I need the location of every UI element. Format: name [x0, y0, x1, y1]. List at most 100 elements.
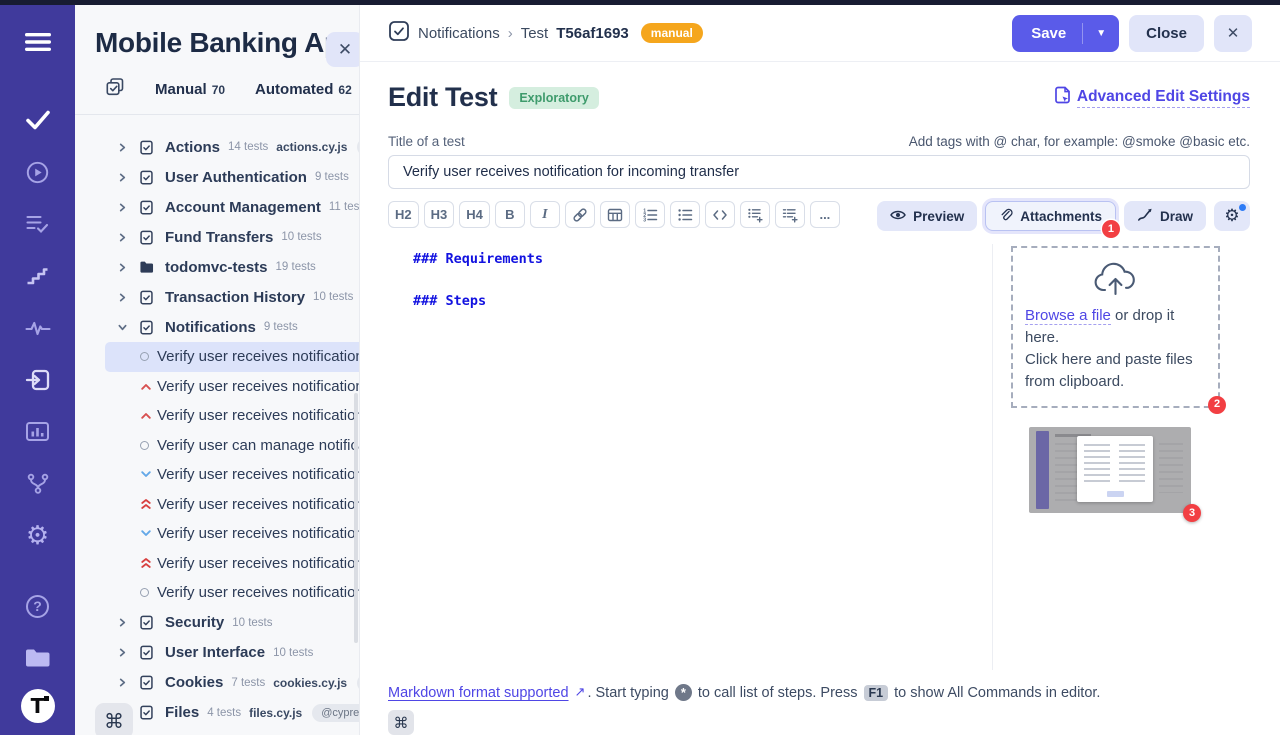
chevron-icon[interactable] — [118, 203, 139, 212]
chevron-icon[interactable] — [118, 173, 139, 182]
bullet-list-icon[interactable] — [670, 201, 700, 228]
tree-test-verify-user-receives-notificatio[interactable]: Verify user receives notification — [105, 401, 359, 431]
chevron-icon[interactable] — [118, 323, 139, 332]
suite-test-count: 19 tests — [276, 261, 316, 273]
tree-test-verify-user-receives-notificatio[interactable]: Verify user receives notification — [105, 519, 359, 549]
tests-check-icon[interactable] — [21, 103, 55, 137]
chevron-icon[interactable] — [118, 233, 139, 242]
thumbnail-image — [1029, 427, 1191, 513]
folder-icon — [139, 260, 165, 274]
tree-suite-transaction-history[interactable]: Transaction History10 tests — [75, 282, 359, 312]
tree-test-verify-user-receives-notificatio[interactable]: Verify user receives notification — [105, 372, 359, 402]
tree-suite-user-authentication[interactable]: User Authentication9 tests — [75, 162, 359, 192]
chevron-icon[interactable] — [118, 143, 139, 152]
suite-test-count: 9 tests — [264, 321, 298, 333]
file-dropzone[interactable]: Browse a file or drop it here. Click her… — [1011, 246, 1220, 408]
playlist-check-icon[interactable] — [21, 207, 55, 241]
more-button[interactable]: ... — [810, 201, 840, 228]
thumbnail-step-badge: 3 — [1183, 504, 1201, 522]
markdown-editor[interactable]: ### Requirements ### Steps — [388, 244, 992, 670]
tree-test-verify-user-can-manage-notifica[interactable]: Verify user can manage notifica — [105, 431, 359, 461]
table-icon[interactable] — [600, 201, 630, 228]
title-field-label: Title of a test — [388, 134, 465, 149]
italic-button[interactable]: I — [530, 201, 560, 228]
activity-icon[interactable] — [21, 311, 55, 345]
command-key-badge[interactable]: ⌘ — [95, 703, 133, 735]
preview-button[interactable]: Preview — [877, 201, 977, 231]
add-bullet-list-icon[interactable] — [740, 201, 770, 228]
test-name: Verify user receives notification — [157, 584, 359, 601]
test-tree-panel: Mobile Banking App ✕ Manual 70 Automated… — [75, 5, 360, 735]
sign-in-icon[interactable] — [21, 363, 55, 397]
f1-key-badge: F1 — [864, 685, 889, 701]
add-ordered-list-icon[interactable] — [775, 201, 805, 228]
app-logo[interactable]: T — [21, 689, 55, 723]
tree-test-verify-user-receives-notificatio[interactable]: Verify user receives notification — [105, 549, 359, 579]
suite-name: Cookies — [165, 674, 223, 691]
dismiss-button[interactable]: ✕ — [1214, 15, 1252, 52]
suite-name: Account Management — [165, 199, 321, 216]
projects-folder-icon[interactable] — [21, 641, 55, 675]
save-dropdown-caret[interactable]: ▼ — [1083, 28, 1119, 39]
editor-settings-button[interactable]: ⚙ — [1214, 201, 1250, 231]
browse-file-link[interactable]: Browse a file — [1025, 307, 1111, 325]
tree-suite-security[interactable]: Security10 tests — [75, 608, 359, 638]
priority-critical-icon — [140, 498, 157, 510]
chevron-icon[interactable] — [118, 618, 139, 627]
suite-tag-badge: @cy — [357, 138, 359, 156]
suite-name: User Authentication — [165, 169, 307, 186]
bold-button[interactable]: B — [495, 201, 525, 228]
tree-suite-fund-transfers[interactable]: Fund Transfers10 tests — [75, 222, 359, 252]
tree-scrollbar[interactable] — [354, 393, 358, 643]
chevron-icon[interactable] — [118, 678, 139, 687]
ordered-list-icon[interactable]: 123 — [635, 201, 665, 228]
settings-gear-icon[interactable]: ⚙ — [21, 519, 55, 553]
tree-test-verify-user-receives-notificatio[interactable]: Verify user receives notification — [105, 342, 359, 372]
test-title-input[interactable] — [388, 155, 1250, 189]
tree-suite-cookies[interactable]: Cookies7 testscookies.cy.js@cy — [75, 668, 359, 698]
code-icon[interactable] — [705, 201, 735, 228]
manual-badge: manual — [641, 23, 703, 43]
tree-test-verify-user-receives-notificatio[interactable]: Verify user receives notification — [105, 460, 359, 490]
tree-suite-notifications[interactable]: Notifications9 tests — [75, 312, 359, 342]
tree-test-verify-user-receives-notificatio[interactable]: Verify user receives notification — [105, 578, 359, 608]
command-key-badge[interactable]: ⌘ — [388, 710, 414, 735]
test-name: Verify user receives notification — [157, 378, 359, 395]
tab-manual[interactable]: Manual 70 — [155, 81, 225, 98]
editor-workspace: ### Requirements ### Steps Browse a file… — [388, 244, 1250, 670]
branch-icon[interactable] — [21, 467, 55, 501]
chevron-icon[interactable] — [118, 263, 139, 272]
project-title: Mobile Banking App — [75, 5, 359, 63]
attachment-thumbnail[interactable]: 3 — [1029, 427, 1191, 513]
tree-test-verify-user-receives-notificatio[interactable]: Verify user receives notification — [105, 490, 359, 520]
suite-name: todomvc-tests — [165, 259, 268, 276]
menu-icon[interactable] — [21, 25, 55, 59]
h4-button[interactable]: H4 — [459, 201, 490, 228]
breadcrumb-section[interactable]: Notifications — [418, 25, 500, 42]
tab-automated[interactable]: Automated 62 — [255, 81, 352, 98]
editor-line: ### Requirements — [413, 251, 992, 267]
h3-button[interactable]: H3 — [424, 201, 455, 228]
editor-content: Edit Test Exploratory Advanced Edit Sett… — [360, 62, 1280, 735]
link-icon[interactable] — [565, 201, 595, 228]
bar-chart-icon[interactable] — [21, 415, 55, 449]
steps-icon[interactable] — [21, 259, 55, 293]
markdown-help-link[interactable]: Markdown format supported — [388, 685, 569, 701]
tree-suite-todomvc-tests[interactable]: todomvc-tests 19 tests — [75, 252, 359, 282]
draw-button[interactable]: Draw — [1124, 201, 1206, 231]
tree-suite-user-interface[interactable]: User Interface10 tests — [75, 638, 359, 668]
runs-play-icon[interactable] — [21, 155, 55, 189]
chevron-icon[interactable] — [118, 648, 139, 657]
test-name: Verify user receives notification — [157, 407, 359, 424]
close-panel-button[interactable]: ✕ — [326, 32, 360, 67]
advanced-edit-settings-link[interactable]: Advanced Edit Settings — [1054, 86, 1250, 109]
close-button[interactable]: Close — [1129, 15, 1204, 52]
h2-button[interactable]: H2 — [388, 201, 419, 228]
priority-none-icon — [140, 352, 157, 361]
help-icon[interactable]: ? — [21, 589, 55, 623]
chevron-icon[interactable] — [118, 293, 139, 302]
save-button[interactable]: Save ▼ — [1012, 15, 1119, 52]
tree-suite-account-management[interactable]: Account Management11 tests — [75, 192, 359, 222]
attachments-button[interactable]: Attachments 1 — [985, 201, 1116, 231]
tree-suite-actions[interactable]: Actions14 testsactions.cy.js@cy — [75, 132, 359, 162]
